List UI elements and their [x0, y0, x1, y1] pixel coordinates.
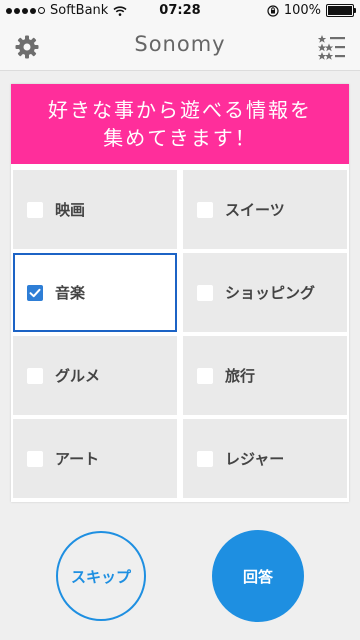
- category-label: スイーツ: [225, 201, 285, 219]
- rotation-lock-icon: [267, 4, 279, 17]
- category-option[interactable]: 旅行: [183, 336, 347, 415]
- category-grid: 映画 スイーツ音楽 ショッピンググルメ 旅行アート レジャー: [13, 170, 347, 500]
- checkbox-icon[interactable]: [197, 368, 213, 384]
- status-bar: SoftBank 07:28 100%: [0, 0, 360, 22]
- category-label: 音楽: [55, 284, 86, 302]
- category-option[interactable]: 音楽: [13, 253, 177, 332]
- checkbox-icon[interactable]: [197, 202, 213, 218]
- category-label: グルメ: [55, 367, 101, 385]
- ranking-list-icon[interactable]: [318, 34, 346, 60]
- category-option[interactable]: レジャー: [183, 419, 347, 498]
- category-option[interactable]: スイーツ: [183, 170, 347, 249]
- question-card: 好きな事から遊べる情報を 集めてきます！ 映画 スイーツ音楽 ショッピンググルメ 旅行…: [11, 84, 349, 502]
- question-banner: 好きな事から遊べる情報を 集めてきます！: [11, 84, 349, 164]
- category-label: レジャー: [225, 450, 285, 468]
- checkbox-icon[interactable]: [197, 285, 213, 301]
- checkbox-icon[interactable]: [27, 368, 43, 384]
- category-option[interactable]: 映画: [13, 170, 177, 249]
- battery-icon: [326, 4, 356, 17]
- category-option[interactable]: ショッピング: [183, 253, 347, 332]
- skip-button[interactable]: スキップ: [56, 531, 146, 621]
- navigation-bar: Sonomy: [0, 22, 360, 71]
- category-label: アート: [55, 450, 100, 468]
- answer-button[interactable]: 回答: [212, 530, 304, 622]
- checkbox-icon[interactable]: [197, 451, 213, 467]
- category-label: 旅行: [225, 367, 256, 385]
- app-title: Sonomy: [134, 32, 226, 56]
- banner-text-line-2: 集めてきます！: [103, 126, 257, 150]
- category-option[interactable]: グルメ: [13, 336, 177, 415]
- checkbox-icon[interactable]: [27, 451, 43, 467]
- category-label: ショッピング: [225, 284, 316, 302]
- status-right: 100%: [267, 3, 356, 18]
- checkbox-checked-icon[interactable]: [27, 285, 43, 301]
- checkbox-icon[interactable]: [27, 202, 43, 218]
- category-label: 映画: [55, 201, 86, 219]
- category-option[interactable]: アート: [13, 419, 177, 498]
- banner-text-line-1: 好きな事から遊べる情報を: [48, 98, 312, 122]
- battery-fill: [328, 6, 352, 15]
- battery-percent: 100%: [283, 3, 321, 18]
